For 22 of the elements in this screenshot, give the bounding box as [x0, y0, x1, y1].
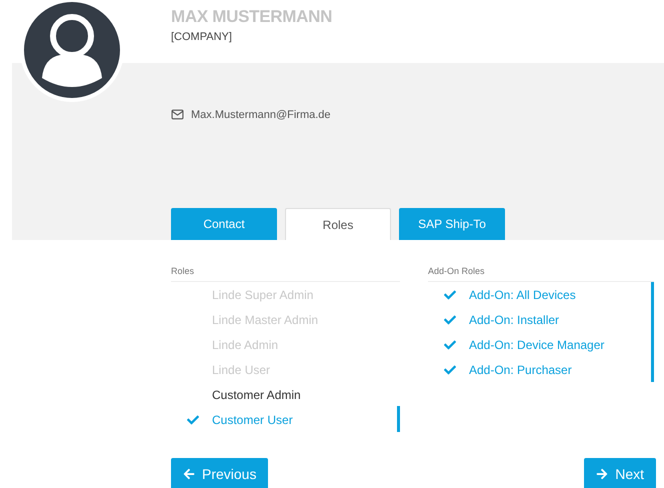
company-name: [COMPANY]: [171, 31, 233, 43]
role-option[interactable]: Add-On: Purchaser: [469, 362, 572, 376]
user-name: MAX MUSTERMANN: [171, 7, 334, 27]
role-option[interactable]: Add-On: Installer: [469, 312, 560, 326]
tab[interactable]: SAP Ship-To: [399, 208, 505, 240]
previous-button[interactable]: Previous: [171, 458, 268, 488]
role-option[interactable]: Add-On: All Devices: [469, 288, 576, 302]
mail-icon: [171, 108, 184, 121]
email-address: Max.Mustermann@Firma.de: [191, 108, 331, 120]
arrow-left-icon: [183, 468, 195, 480]
column-heading: Roles: [171, 266, 400, 282]
tab[interactable]: Roles: [285, 208, 391, 240]
scrollbar-thumb[interactable]: [651, 282, 654, 382]
next-button[interactable]: Next: [584, 458, 656, 488]
tab[interactable]: Contact: [171, 208, 277, 240]
arrow-right-icon: [596, 468, 608, 480]
scrollbar-thumb[interactable]: [397, 406, 400, 432]
avatar-icon: [20, 0, 124, 102]
role-option[interactable]: Customer User: [212, 412, 293, 426]
role-option[interactable]: Customer Admin: [212, 388, 301, 402]
column-heading: Add-On Roles: [428, 266, 654, 282]
role-option[interactable]: Add-On: Device Manager: [469, 338, 604, 352]
